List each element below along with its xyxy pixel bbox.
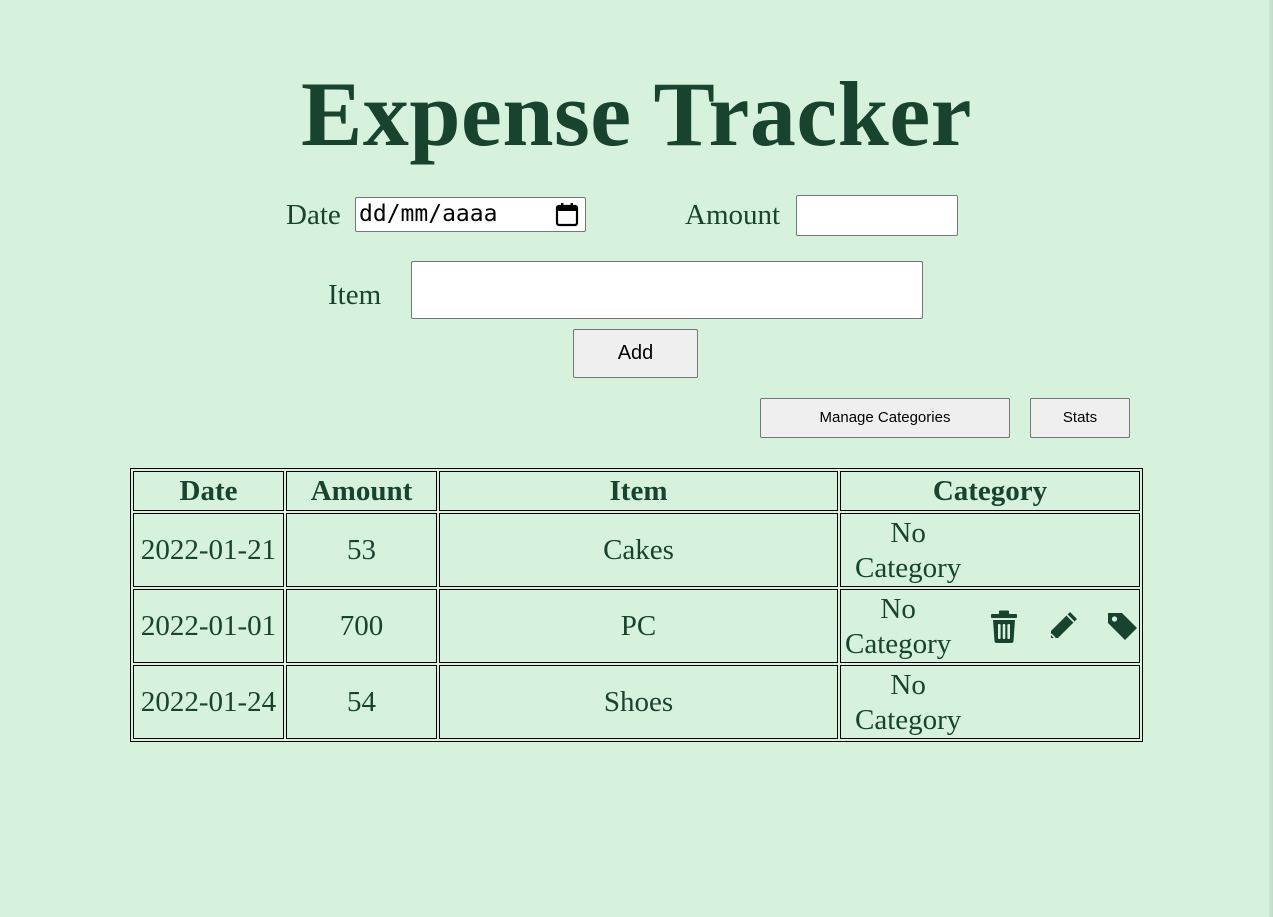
category-line-1: No <box>890 517 926 549</box>
category-line-1: No <box>890 669 926 701</box>
calendar-icon[interactable] <box>555 202 579 227</box>
cell-item: Cakes <box>439 513 838 587</box>
trash-icon[interactable] <box>989 610 1019 643</box>
header-category: Category <box>840 471 1140 511</box>
amount-label: Amount <box>685 199 781 231</box>
add-button[interactable]: Add <box>573 329 698 378</box>
item-label: Item <box>328 279 382 311</box>
cell-item: PC <box>439 589 838 663</box>
category-line-2: Category <box>855 704 962 736</box>
pencil-icon[interactable] <box>1048 610 1078 643</box>
manage-categories-button[interactable]: Manage Categories <box>760 398 1010 438</box>
category-line-1: No <box>880 593 916 625</box>
cell-category: No Category <box>840 513 1140 587</box>
cell-amount: 700 <box>286 589 437 663</box>
table-row[interactable]: 2022-01-01 700 PC No Category <box>133 589 1140 663</box>
cell-item: Shoes <box>439 665 838 739</box>
header-amount: Amount <box>286 471 437 511</box>
cell-category: No Category <box>840 665 1140 739</box>
date-placeholder: dd/mm/aaaa <box>359 201 498 227</box>
table-row[interactable]: 2022-01-24 54 Shoes No Category <box>133 665 1140 739</box>
page: Expense Tracker Date dd/mm/aaaa Amount I… <box>0 0 1273 917</box>
table-header-row: Date Amount Item Category <box>133 471 1140 511</box>
category-label: No Category <box>845 592 951 662</box>
row-actions <box>989 610 1137 643</box>
expenses-table: Date Amount Item Category 2022-01-21 53 … <box>130 468 1143 742</box>
item-input[interactable] <box>411 261 923 319</box>
header-date: Date <box>133 471 284 511</box>
page-title: Expense Tracker <box>300 63 973 165</box>
category-line-2: Category <box>845 628 952 660</box>
cell-category: No Category <box>840 589 1140 663</box>
cell-date: 2022-01-24 <box>133 665 284 739</box>
cell-date: 2022-01-21 <box>133 513 284 587</box>
date-label: Date <box>286 199 341 231</box>
cell-date: 2022-01-01 <box>133 589 284 663</box>
category-label: No Category <box>855 516 961 586</box>
cell-amount: 53 <box>286 513 437 587</box>
category-label: No Category <box>855 668 961 738</box>
amount-input[interactable] <box>796 195 958 236</box>
cell-amount: 54 <box>286 665 437 739</box>
header-item: Item <box>439 471 838 511</box>
stats-button[interactable]: Stats <box>1030 398 1130 438</box>
date-input[interactable]: dd/mm/aaaa <box>355 197 586 232</box>
table-row[interactable]: 2022-01-21 53 Cakes No Category <box>133 513 1140 587</box>
category-line-2: Category <box>855 552 962 584</box>
tag-icon[interactable] <box>1107 610 1137 643</box>
